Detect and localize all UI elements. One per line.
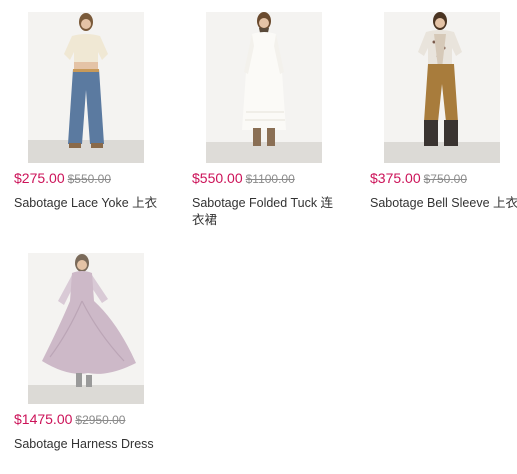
product-title[interactable]: Sabotage Folded Tuck 连衣裙 <box>192 195 342 229</box>
product-grid: $275.00 $550.00 Sabotage Lace Yoke 上衣 $5… <box>0 0 517 474</box>
original-price: $2950.00 <box>75 413 126 427</box>
woman-lilac-chiffon-gown-photo <box>28 253 144 404</box>
sale-price: $375.00 <box>370 170 421 186</box>
price-row: $375.00 $750.00 <box>370 170 467 187</box>
original-price: $1100.00 <box>245 172 295 186</box>
product-title[interactable]: Sabotage Bell Sleeve 上衣 <box>370 195 517 212</box>
woman-print-blouse-tan-pants-photo <box>384 12 500 163</box>
price-row: $1475.00 $2950.00 <box>14 411 125 428</box>
woman-white-maxi-dress-photo <box>206 12 322 163</box>
price-row: $275.00 $550.00 <box>14 170 111 187</box>
sale-price: $275.00 <box>14 170 65 186</box>
original-price: $550.00 <box>67 172 111 186</box>
product-title[interactable]: Sabotage Lace Yoke 上衣 <box>14 195 164 212</box>
sale-price: $1475.00 <box>14 411 73 427</box>
price-row: $550.00 $1100.00 <box>192 170 295 187</box>
product-image[interactable] <box>28 12 144 163</box>
product-image[interactable] <box>206 12 322 163</box>
sale-price: $550.00 <box>192 170 243 186</box>
product-title[interactable]: Sabotage Harness Dress <box>14 436 164 453</box>
product-image[interactable] <box>28 253 144 404</box>
product-image[interactable] <box>384 12 500 163</box>
original-price: $750.00 <box>423 172 467 186</box>
woman-cream-blouse-denim-flares-photo <box>28 12 144 163</box>
